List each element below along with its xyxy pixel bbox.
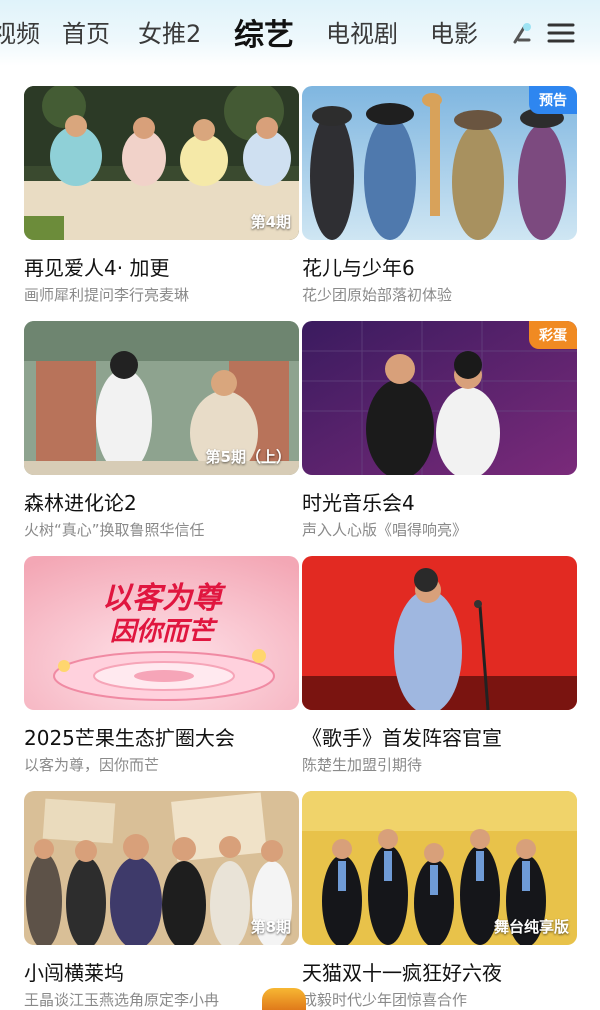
card-subtitle: 画师犀利提问李行亮麦琳 [24,286,190,304]
tab-video[interactable]: 视频 [0,14,40,49]
thumbnail[interactable]: 舞台纯享版 [302,791,577,945]
poster-line-2: 因你而芒 [110,617,219,647]
card-title[interactable]: 小闯横莱坞 [24,957,124,986]
thumbnail[interactable] [302,556,577,710]
preview-badge: 预告 [529,86,577,114]
card-subtitle: 声入人心版《唱得响亮》 [302,521,468,539]
thumbnail[interactable]: 第8期 [24,791,299,945]
card-subtitle: 以客为尊，因你而芒 [24,756,160,774]
thumbnail[interactable]: 彩蛋 [302,321,577,475]
tab-movie[interactable]: 电影 [430,14,478,49]
episode-label: 第4期 [250,213,291,231]
thumbnail[interactable]: 第4期 [24,86,299,240]
tab-female-rec[interactable]: 女推2 [138,14,201,49]
thumbnail[interactable]: 第5期（上） [24,321,299,475]
card-subtitle: 花少团原始部落初体验 [302,286,453,304]
card-title[interactable]: 天猫双十一疯狂好六夜 [302,957,502,986]
card-subtitle: 成毅时代少年团惊喜合作 [302,991,468,1009]
menu-icon[interactable] [546,18,576,48]
thumbnail[interactable]: 预告 [302,86,577,240]
card-title[interactable]: 《歌手》首发阵容官宣 [302,722,502,751]
lamp-icon[interactable] [505,18,539,48]
card-subtitle: 陈楚生加盟引期待 [302,756,423,774]
top-navigation: 视频 首页 女推2 综艺 电视剧 电影 [0,0,600,66]
tab-tv-series[interactable]: 电视剧 [326,14,398,49]
card-title[interactable]: 再见爱人4· 加更 [24,252,169,281]
category-tabs: 视频 首页 女推2 综艺 电视剧 电影 [0,0,500,66]
card-subtitle: 王晶谈江玉燕选角原定李小冉 [24,991,220,1009]
thumbnail[interactable]: 以客为尊 因你而芒 [24,556,299,710]
tab-variety[interactable]: 综艺 [234,10,294,54]
episode-label: 第8期 [250,918,291,936]
floating-activity-badge[interactable] [262,988,306,1010]
card-title[interactable]: 森林进化论2 [24,487,137,516]
episode-label: 第5期（上） [205,448,291,466]
poster-line-1: 以客为尊 [102,581,227,616]
card-title[interactable]: 时光音乐会4 [302,487,415,516]
episode-label: 舞台纯享版 [493,918,569,936]
card-subtitle: 火树“真心”换取鲁照华信任 [24,521,205,539]
card-title[interactable]: 2025芒果生态扩圈大会 [24,722,235,751]
bonus-badge: 彩蛋 [529,321,577,349]
tab-home[interactable]: 首页 [62,14,110,49]
card-title[interactable]: 花儿与少年6 [302,252,415,281]
